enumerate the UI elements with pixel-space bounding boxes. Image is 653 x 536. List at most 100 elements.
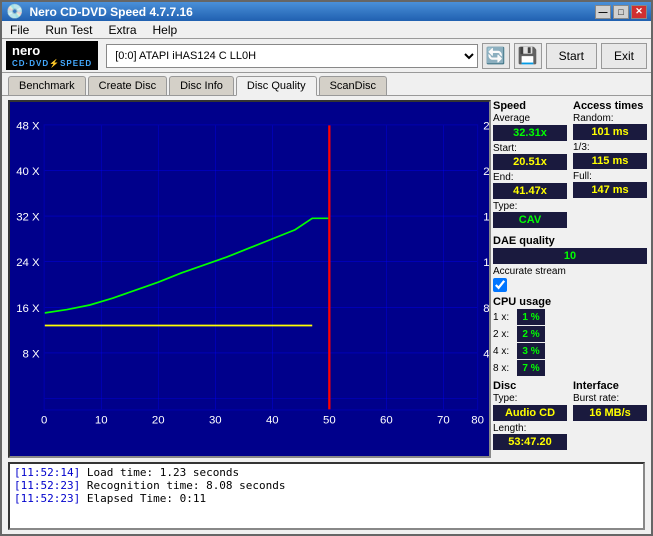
tab-create-disc[interactable]: Create Disc	[88, 76, 167, 95]
tab-benchmark[interactable]: Benchmark	[8, 76, 86, 95]
average-value: 32.31x	[493, 125, 567, 141]
cpu-2x-label: 2 x:	[493, 329, 515, 340]
log-time-2: [11:52:23]	[14, 479, 80, 492]
cpu-4x-label: 4 x:	[493, 346, 515, 357]
speed-access-row: Speed Average 32.31x Start: 20.51x End: …	[493, 100, 647, 228]
tabs-bar: Benchmark Create Disc Disc Info Disc Qua…	[2, 73, 651, 96]
cpu-label: CPU usage	[493, 296, 647, 308]
svg-text:10: 10	[95, 415, 108, 427]
cpu-4x-value: 3 %	[517, 343, 545, 359]
nero-logo-sub: CD·DVD⚡SPEED	[12, 59, 92, 69]
cpu-8x-value: 7 %	[517, 360, 545, 376]
chart-svg: 48 X 40 X 32 X 24 X 16 X 8 X 24 20 16 12…	[8, 100, 491, 458]
nero-logo: nero CD·DVD⚡SPEED	[6, 41, 98, 70]
svg-text:40 X: 40 X	[16, 166, 40, 178]
refresh-button[interactable]: 🔄	[482, 43, 510, 69]
app-window: 💿 Nero CD-DVD Speed 4.7.7.16 — □ ✕ File …	[0, 0, 653, 536]
content-area: 48 X 40 X 32 X 24 X 16 X 8 X 24 20 16 12…	[2, 96, 651, 534]
tab-disc-info[interactable]: Disc Info	[169, 76, 234, 95]
speed-label: Speed	[493, 100, 567, 112]
interface-col: Interface Burst rate: 16 MB/s	[573, 380, 647, 450]
log-time-1: [11:52:14]	[14, 466, 80, 479]
title-bar: 💿 Nero CD-DVD Speed 4.7.7.16 — □ ✕	[2, 2, 651, 21]
speed-col: Speed Average 32.31x Start: 20.51x End: …	[493, 100, 567, 228]
full-value: 147 ms	[573, 182, 647, 198]
cpu-4x-row: 4 x: 3 %	[493, 343, 545, 359]
svg-text:70: 70	[437, 415, 450, 427]
exit-button[interactable]: Exit	[601, 43, 647, 69]
minimize-button[interactable]: —	[595, 5, 611, 19]
disc-interface-row: Disc Type: Audio CD Length: 53:47.20 Int…	[493, 380, 647, 450]
log-text-1: Load time: 1.23 seconds	[87, 466, 239, 479]
cpu-1x-row: 1 x: 1 %	[493, 309, 545, 325]
cpu-1x-value: 1 %	[517, 309, 545, 325]
menu-file[interactable]: File	[6, 22, 33, 38]
dae-value: 10	[493, 248, 647, 264]
disc-type-label: Type:	[493, 393, 567, 404]
burst-rate-value: 16 MB/s	[573, 405, 647, 421]
svg-text:80: 80	[471, 415, 484, 427]
chart-wrapper: 48 X 40 X 32 X 24 X 16 X 8 X 24 20 16 12…	[2, 96, 491, 462]
svg-text:12: 12	[483, 258, 491, 270]
svg-text:40: 40	[266, 415, 279, 427]
cpu-8x-label: 8 x:	[493, 363, 515, 374]
log-time-3: [11:52:23]	[14, 492, 80, 505]
menu-extra[interactable]: Extra	[104, 22, 140, 38]
end-value: 41.47x	[493, 183, 567, 199]
cpu-left: 1 x: 1 % 2 x: 2 % 4 x: 3 %	[493, 309, 545, 376]
log-line-3: [11:52:23] Elapsed Time: 0:11	[14, 492, 639, 505]
chart-and-right: 48 X 40 X 32 X 24 X 16 X 8 X 24 20 16 12…	[2, 96, 651, 462]
svg-text:16 X: 16 X	[16, 303, 40, 315]
log-text-3: Elapsed Time: 0:11	[87, 492, 206, 505]
disc-label: Disc	[493, 380, 567, 392]
maximize-button[interactable]: □	[613, 5, 629, 19]
full-label: Full:	[573, 171, 647, 182]
accurate-stream-label: Accurate stream	[493, 266, 647, 277]
cpu-2x-value: 2 %	[517, 326, 545, 342]
onethird-value: 115 ms	[573, 153, 647, 169]
menu-help[interactable]: Help	[149, 22, 182, 38]
disc-length-value: 53:47.20	[493, 434, 567, 450]
interface-label: Interface	[573, 380, 647, 392]
drive-selector[interactable]: [0:0] ATAPI iHAS124 C LL0H	[106, 44, 477, 68]
log-text-2: Recognition time: 8.08 seconds	[87, 479, 286, 492]
title-bar-controls: — □ ✕	[595, 5, 647, 19]
access-col: Access times Random: 101 ms 1/3: 115 ms …	[573, 100, 647, 228]
accurate-stream-checkbox[interactable]	[493, 278, 507, 292]
cpu-2x-row: 2 x: 2 %	[493, 326, 545, 342]
svg-text:24: 24	[483, 121, 491, 133]
type-value: CAV	[493, 212, 567, 228]
svg-text:30: 30	[209, 415, 222, 427]
svg-text:20: 20	[483, 166, 491, 178]
access-times-label: Access times	[573, 100, 647, 112]
svg-text:16: 16	[483, 212, 491, 224]
right-panel: Speed Average 32.31x Start: 20.51x End: …	[491, 96, 651, 462]
tab-scan-disc[interactable]: ScanDisc	[319, 76, 387, 95]
save-button[interactable]: 💾	[514, 43, 542, 69]
end-label: End:	[493, 172, 567, 183]
start-button[interactable]: Start	[546, 43, 597, 69]
tab-disc-quality[interactable]: Disc Quality	[236, 76, 317, 96]
svg-text:32 X: 32 X	[16, 212, 40, 224]
start-label: Start:	[493, 143, 567, 154]
log-line-1: [11:52:14] Load time: 1.23 seconds	[14, 466, 639, 479]
log-line-2: [11:52:23] Recognition time: 8.08 second…	[14, 479, 639, 492]
cpu-section: CPU usage 1 x: 1 % 2 x: 2 %	[493, 296, 647, 376]
dae-label: DAE quality	[493, 235, 647, 247]
onethird-label: 1/3:	[573, 142, 647, 153]
random-label: Random:	[573, 113, 647, 124]
disc-col: Disc Type: Audio CD Length: 53:47.20	[493, 380, 567, 450]
cpu-1x-label: 1 x:	[493, 312, 515, 323]
svg-text:50: 50	[323, 415, 336, 427]
menu-run-test[interactable]: Run Test	[41, 22, 96, 38]
cpu-8x-row: 8 x: 7 %	[493, 360, 545, 376]
svg-text:8: 8	[483, 303, 489, 315]
nero-logo-top: nero	[12, 43, 92, 59]
menu-bar: File Run Test Extra Help	[2, 21, 651, 39]
toolbar: nero CD·DVD⚡SPEED [0:0] ATAPI iHAS124 C …	[2, 39, 651, 73]
close-button[interactable]: ✕	[631, 5, 647, 19]
log-area[interactable]: [11:52:14] Load time: 1.23 seconds [11:5…	[8, 462, 645, 530]
disc-length-label: Length:	[493, 423, 567, 434]
burst-rate-label: Burst rate:	[573, 393, 647, 404]
dae-row: DAE quality 10 Accurate stream	[493, 235, 647, 292]
